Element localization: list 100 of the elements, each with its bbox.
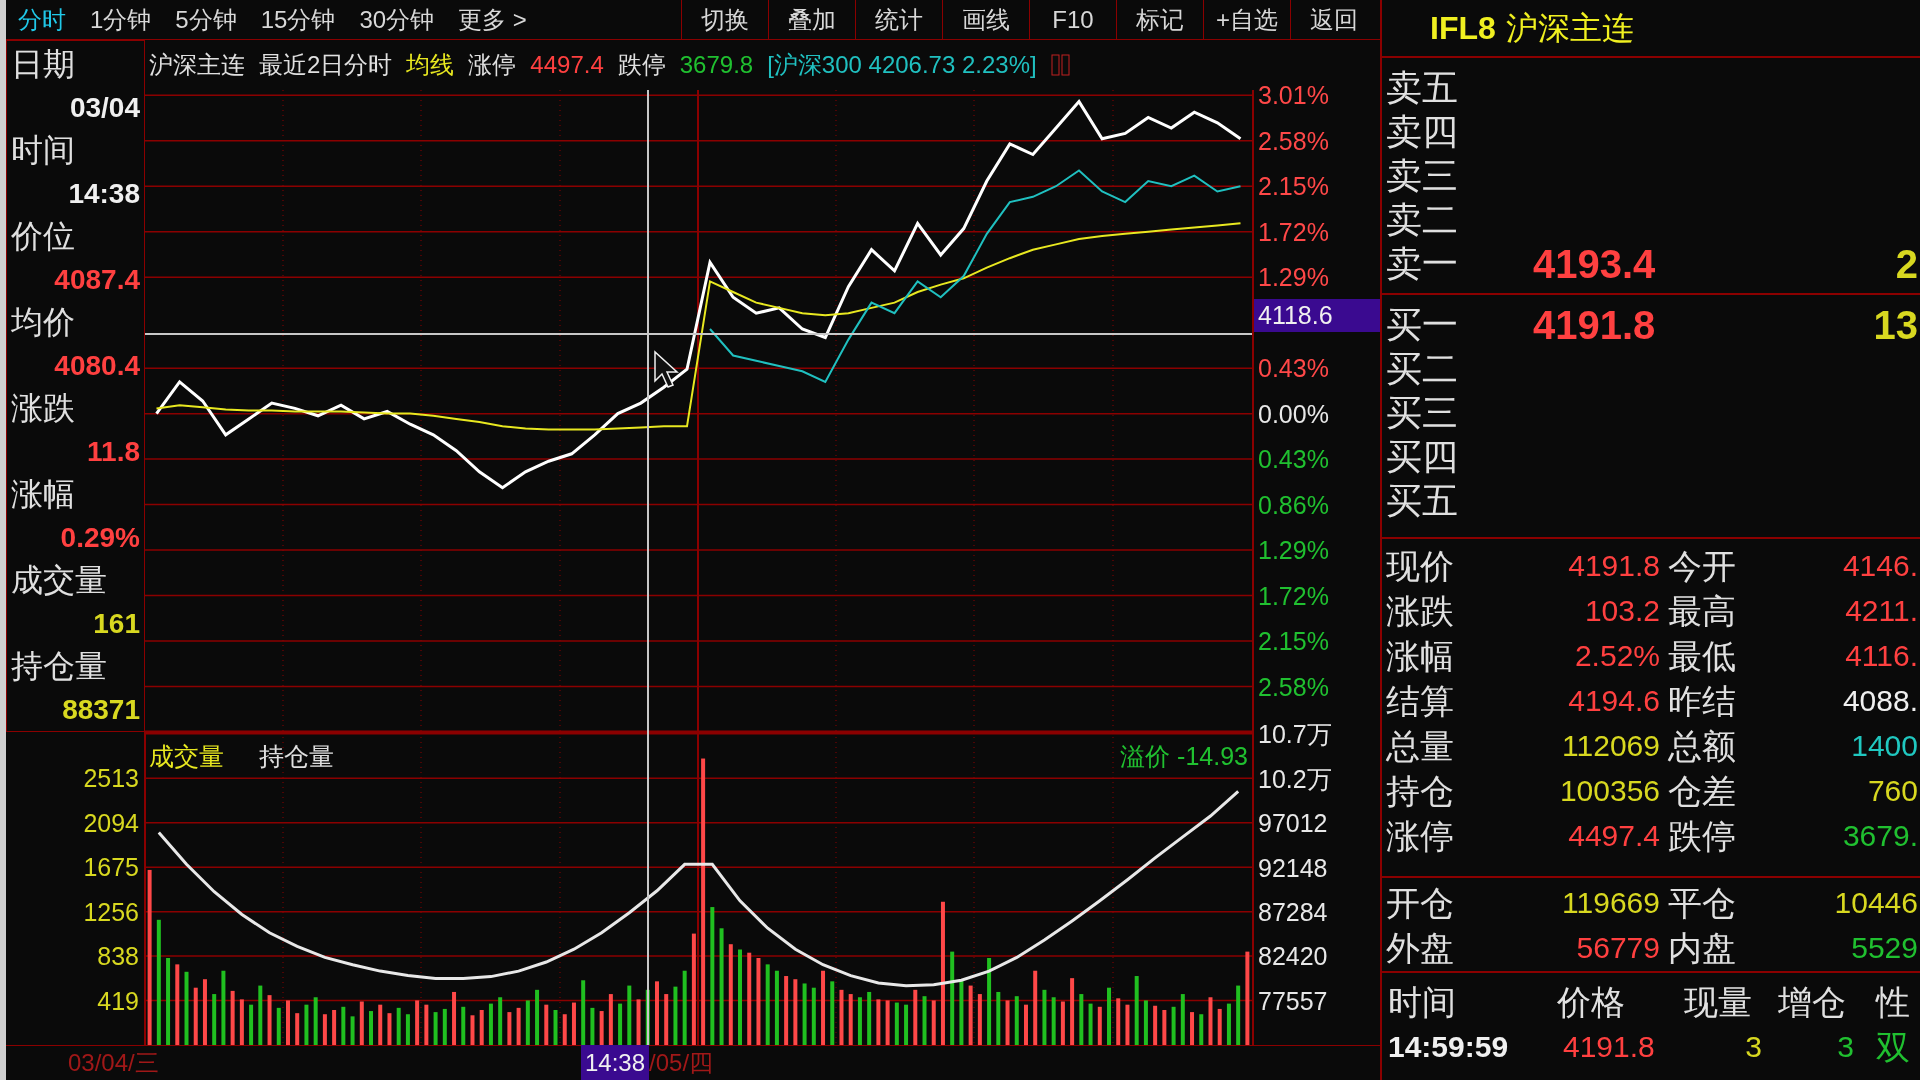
axis-label: 2.15% [1258,627,1329,656]
info-label: 涨幅 [10,475,76,514]
axis-label: 2.58% [1258,672,1329,701]
stat-label: 仓差 [1668,773,1737,808]
stat-label: 最高 [1668,593,1737,628]
crosshair-price-label: 4118.6 [1254,299,1380,332]
stat-label: 内盘 [1668,930,1737,965]
symbol-name: 沪深主连 [1505,12,1634,44]
stat-value: 4088. [1841,685,1919,716]
book-volume: 13 [1873,305,1919,345]
chart-header-text: 涨停 [468,50,517,80]
axis-label: 92148 [1258,853,1328,882]
stat-value: 4191.8 [1567,550,1660,581]
axis-label: 1.29% [1258,263,1329,292]
axis-label: 1.72% [1258,581,1329,610]
stat-value: 5529 [1850,932,1919,963]
axis-label: 1675 [83,853,139,882]
stat-value: 112069 [1561,730,1660,761]
axis-label: 2.58% [1258,126,1329,155]
axis-label: 0.86% [1258,490,1329,519]
stat-label: 开仓 [1385,885,1455,920]
book-label: 卖五 [1385,70,1459,106]
trade-nature: 双 [1876,1030,1911,1064]
stat-value: 3679. [1841,820,1919,851]
chart-header-text: 3679.8 [679,50,754,80]
legend-label: 成交量 [149,742,224,770]
axis-label: 2.15% [1258,172,1329,201]
trade-time: 14:59:59 [1388,1032,1510,1062]
trade-price: 4191.8 [1562,1032,1656,1062]
stat-value: 760 [1866,775,1919,806]
symbol-code: IFL8 [1430,12,1496,44]
column-header: 现量 [1684,985,1753,1019]
info-label: 涨跌 [10,389,76,428]
axis-label: 419 [97,986,139,1015]
axis-label: /05/四 [649,1048,714,1078]
info-value: 4080.4 [53,349,141,383]
stat-label: 平仓 [1668,885,1737,920]
stat-value: 119669 [1561,887,1660,918]
stat-label: 最低 [1668,638,1737,673]
info-value: 88371 [61,693,141,727]
axis-label: 97012 [1258,809,1328,838]
axis-label: 3.01% [1258,81,1329,110]
axis-label: 10.2万 [1258,764,1332,793]
stat-value: 4116. [1844,640,1919,671]
stat-value: 1400 [1850,730,1919,761]
axis-label: 2094 [83,808,139,837]
stat-label: 今开 [1668,548,1737,583]
info-label: 价位 [10,217,76,256]
column-header: 增仓 [1778,985,1847,1019]
column-header: 时间 [1388,985,1457,1019]
stat-label: 结算 [1385,683,1455,718]
stat-value: 4211. [1844,595,1919,626]
stat-label: 涨幅 [1385,638,1455,673]
book-label: 卖四 [1385,114,1459,150]
stat-label: 涨跌 [1385,593,1455,628]
axis-label: 1.29% [1258,536,1329,565]
book-label: 卖二 [1385,202,1459,238]
stat-label: 昨结 [1668,683,1737,718]
axis-label: 03/04/三 [68,1048,160,1078]
stat-label: 持仓 [1385,773,1455,808]
stat-label: 总额 [1668,728,1737,763]
trade-oi-change: 3 [1836,1032,1855,1062]
axis-label: 0.43% [1258,445,1329,474]
chart-header-text: 跌停 [617,50,666,80]
stat-value: 2.52% [1573,640,1660,671]
info-value: 03/04 [68,91,141,125]
axis-label: 2513 [83,764,139,793]
info-label: 时间 [10,131,76,170]
axis-label: 1.72% [1258,217,1329,246]
chart-header-text: 4497.4 [530,50,604,80]
book-volume: 2 [1895,244,1919,284]
info-label: 均价 [10,303,76,342]
book-price: 4193.4 [1533,244,1656,284]
stat-value: 4146. [1841,550,1919,581]
axis-label: 1256 [83,897,139,926]
stat-value: 56779 [1575,932,1660,963]
premium-label: 溢价 -14.93 [1120,742,1248,770]
column-header: 性 [1876,985,1911,1019]
axis-label: 87284 [1258,897,1328,926]
info-value: 161 [92,607,141,641]
chart-header-text: 最近2日分时 [259,50,393,80]
book-label: 卖一 [1385,246,1459,282]
stat-label: 外盘 [1385,930,1455,965]
book-label: 买一 [1385,307,1459,343]
trade-volume: 3 [1744,1032,1763,1062]
info-label: 日期 [10,45,76,84]
axis-label: 0.00% [1258,399,1329,428]
stat-label: 涨停 [1385,818,1455,853]
stat-value: 103.2 [1583,595,1660,626]
legend-label: 持仓量 [259,742,334,770]
stat-label: 现价 [1385,548,1455,583]
info-value: 0.29% [59,521,141,555]
stat-value: 4194.6 [1567,685,1660,716]
book-label: 卖三 [1385,158,1459,194]
info-value: 11.8 [86,435,141,469]
column-header: 价格 [1557,985,1626,1019]
chart-header-text: 沪深主连 [149,50,245,80]
book-price: 4191.8 [1533,305,1656,345]
axis-label: 10.7万 [1258,720,1332,749]
chart-header-text: [沪深300 4206.73 2.23%] [767,50,1037,80]
